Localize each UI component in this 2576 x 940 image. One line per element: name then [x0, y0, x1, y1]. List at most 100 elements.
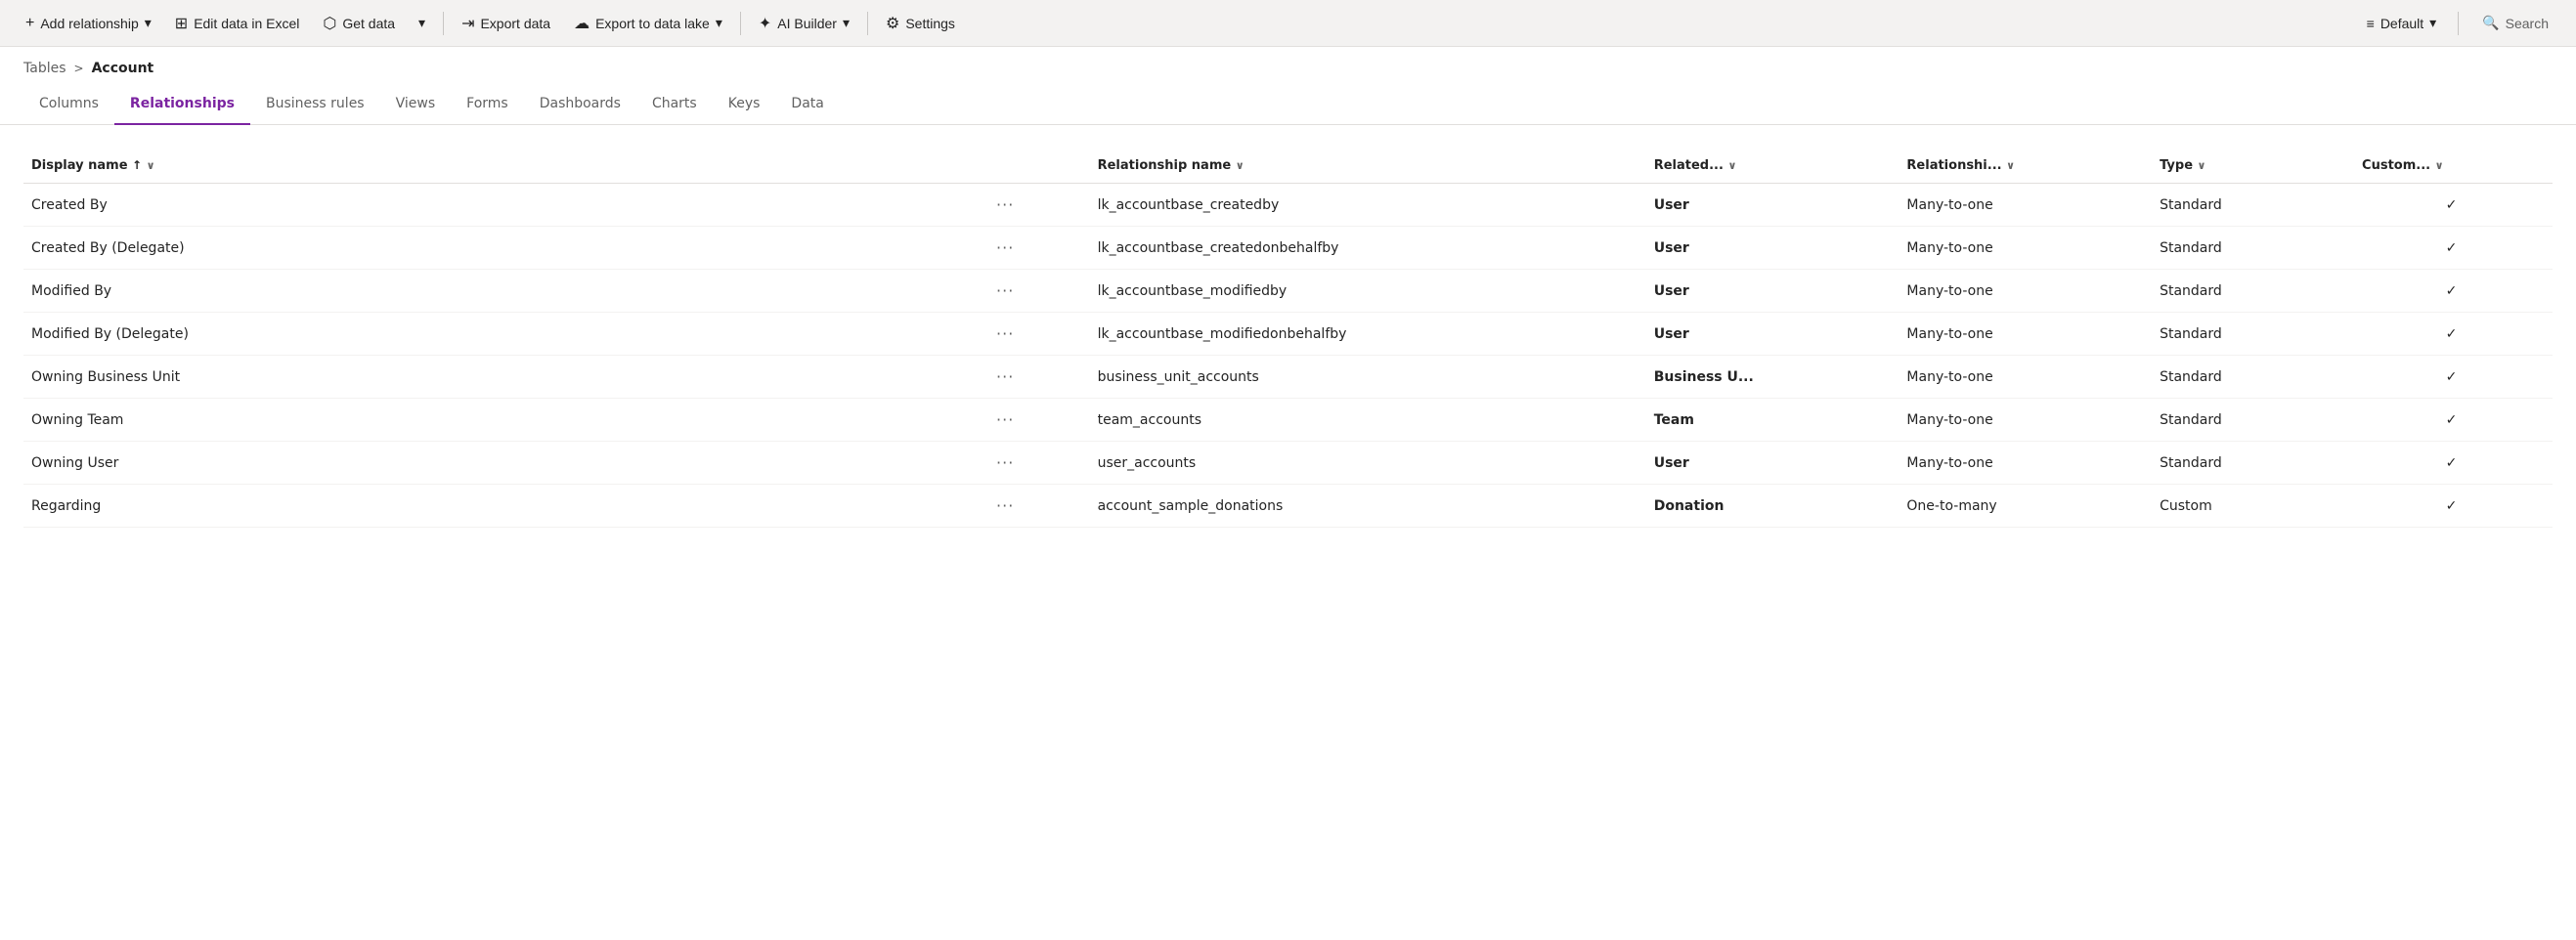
chevron-down-type-icon: ∨ [2198, 159, 2206, 172]
cell-related: User [1642, 442, 1896, 485]
cell-type: Standard [2148, 399, 2350, 442]
cloud-icon: ☁ [574, 14, 589, 33]
chevron-down-related-icon: ∨ [1727, 159, 1736, 172]
cell-display-name: Regarding [23, 485, 984, 528]
table-row[interactable]: Owning User···user_accountsUserMany-to-o… [23, 442, 2553, 485]
tab-dashboards[interactable]: Dashboards [524, 84, 636, 125]
col-header-relationship-name[interactable]: Relationship name ∨ [1086, 149, 1642, 184]
chevron-down-reltype-icon: ∨ [2006, 159, 2015, 172]
cell-custom: ✓ [2350, 227, 2553, 270]
col-header-custom[interactable]: Custom... ∨ [2350, 149, 2553, 184]
add-relationship-button[interactable]: + Add relationship ▾ [16, 9, 161, 38]
cell-row-menu[interactable]: ··· [984, 485, 1086, 528]
plus-icon: + [25, 15, 34, 32]
col-header-related[interactable]: Related... ∨ [1642, 149, 1896, 184]
search-icon: 🔍 [2482, 15, 2499, 31]
checkmark-icon: ✓ [2446, 498, 2458, 514]
settings-button[interactable]: ⚙ Settings [876, 8, 965, 39]
cell-type: Standard [2148, 270, 2350, 313]
cell-display-name: Owning Team [23, 399, 984, 442]
cell-related: Donation [1642, 485, 1896, 528]
table-row[interactable]: Created By (Delegate)···lk_accountbase_c… [23, 227, 2553, 270]
cell-related: User [1642, 227, 1896, 270]
tab-views[interactable]: Views [380, 84, 452, 125]
cell-row-menu[interactable]: ··· [984, 399, 1086, 442]
tab-business_rules[interactable]: Business rules [250, 84, 380, 125]
col-header-display-name[interactable]: Display name ↑ ∨ [23, 149, 984, 184]
cell-display-name: Created By [23, 184, 984, 227]
get-data-dropdown-button[interactable]: ▾ [409, 9, 435, 37]
col-header-relationship-type[interactable]: Relationshi... ∨ [1895, 149, 2148, 184]
breadcrumb-current: Account [92, 61, 154, 76]
cell-row-menu[interactable]: ··· [984, 356, 1086, 399]
gear-icon: ⚙ [886, 14, 899, 33]
cell-custom: ✓ [2350, 356, 2553, 399]
ai-builder-button[interactable]: ✦ AI Builder ▾ [749, 8, 859, 39]
cell-relationship-type: Many-to-one [1895, 313, 2148, 356]
table-row[interactable]: Modified By···lk_accountbase_modifiedbyU… [23, 270, 2553, 313]
checkmark-icon: ✓ [2446, 283, 2458, 299]
checkmark-icon: ✓ [2446, 455, 2458, 471]
tab-keys[interactable]: Keys [713, 84, 776, 125]
tab-charts[interactable]: Charts [636, 84, 713, 125]
table-header-row: Display name ↑ ∨Relationship name ∨Relat… [23, 149, 2553, 184]
cell-custom: ✓ [2350, 399, 2553, 442]
cell-type: Standard [2148, 184, 2350, 227]
tab-columns[interactable]: Columns [23, 84, 114, 125]
breadcrumb-tables-link[interactable]: Tables [23, 61, 66, 76]
col-header-menu [984, 149, 1086, 184]
cell-related: User [1642, 184, 1896, 227]
checkmark-icon: ✓ [2446, 197, 2458, 213]
cell-row-menu[interactable]: ··· [984, 227, 1086, 270]
export-lake-button[interactable]: ☁ Export to data lake ▾ [564, 8, 732, 39]
table-row[interactable]: Created By···lk_accountbase_createdbyUse… [23, 184, 2553, 227]
edit-excel-button[interactable]: ⊞ Edit data in Excel [165, 8, 310, 39]
checkmark-icon: ✓ [2446, 412, 2458, 428]
cell-relationship-name: lk_accountbase_modifiedby [1086, 270, 1642, 313]
search-label: Search [2506, 16, 2549, 31]
export-data-label: Export data [480, 16, 550, 31]
get-data-label: Get data [342, 16, 395, 31]
get-data-button[interactable]: ⬡ Get data [313, 8, 405, 39]
sort-asc-icon: ↑ [132, 158, 142, 172]
table-row[interactable]: Owning Team···team_accountsTeamMany-to-o… [23, 399, 2553, 442]
cell-relationship-name: lk_accountbase_modifiedonbehalfby [1086, 313, 1642, 356]
export-icon: ⇥ [461, 14, 474, 33]
ai-builder-label: AI Builder [777, 16, 837, 31]
cell-related: User [1642, 270, 1896, 313]
col-rel-name-label: Relationship name [1098, 158, 1232, 173]
cell-row-menu[interactable]: ··· [984, 270, 1086, 313]
breadcrumb: Tables > Account [0, 47, 2576, 76]
main-content: Display name ↑ ∨Relationship name ∨Relat… [0, 125, 2576, 528]
cell-row-menu[interactable]: ··· [984, 313, 1086, 356]
table-row[interactable]: Modified By (Delegate)···lk_accountbase_… [23, 313, 2553, 356]
cell-relationship-name: lk_accountbase_createdonbehalfby [1086, 227, 1642, 270]
col-header-type[interactable]: Type ∨ [2148, 149, 2350, 184]
chevron-down-custom-icon: ∨ [2435, 159, 2444, 172]
search-button[interactable]: 🔍 Search [2470, 9, 2560, 37]
table-row[interactable]: Regarding···account_sample_donationsDona… [23, 485, 2553, 528]
cell-row-menu[interactable]: ··· [984, 184, 1086, 227]
cell-relationship-type: Many-to-one [1895, 442, 2148, 485]
default-button[interactable]: ≡ Default ▾ [2357, 9, 2447, 37]
checkmark-icon: ✓ [2446, 326, 2458, 342]
cell-display-name: Modified By (Delegate) [23, 313, 984, 356]
tab-data[interactable]: Data [775, 84, 839, 125]
cell-display-name: Modified By [23, 270, 984, 313]
toolbar-right: ≡ Default ▾ 🔍 Search [2357, 9, 2560, 37]
tab-relationships[interactable]: Relationships [114, 84, 250, 125]
database-icon: ⬡ [323, 14, 336, 33]
cell-custom: ✓ [2350, 270, 2553, 313]
table-row[interactable]: Owning Business Unit···business_unit_acc… [23, 356, 2553, 399]
toolbar-divider-4 [2458, 12, 2459, 35]
export-data-button[interactable]: ⇥ Export data [452, 8, 560, 39]
tab-forms[interactable]: Forms [451, 84, 524, 125]
checkmark-icon: ✓ [2446, 369, 2458, 385]
col-reltype-label: Relationshi... [1906, 158, 2001, 173]
cell-row-menu[interactable]: ··· [984, 442, 1086, 485]
tabs-container: ColumnsRelationshipsBusiness rulesViewsF… [0, 84, 2576, 125]
checkmark-icon: ✓ [2446, 240, 2458, 256]
cell-display-name: Owning User [23, 442, 984, 485]
cell-relationship-type: Many-to-one [1895, 227, 2148, 270]
add-relationship-label: Add relationship [40, 16, 138, 31]
